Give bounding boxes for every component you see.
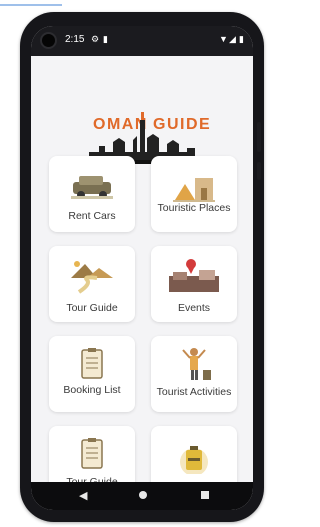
menu-label-events: Events xyxy=(177,302,211,314)
menu-label-booking-list: Booking List xyxy=(63,384,121,396)
settings-icon: ⚙ xyxy=(91,34,100,44)
menu-card-rent-cars[interactable]: Rent Cars xyxy=(49,156,135,232)
browser-accent-line xyxy=(0,4,62,6)
menu-card-tourist-activities[interactable]: Tourist Activities xyxy=(151,336,237,412)
system-nav-bar: ◀ xyxy=(31,482,253,510)
status-bar: 2:15 ⚙ ▮ ▼ ◢ ▮ xyxy=(31,26,253,56)
car-icon xyxy=(71,176,113,199)
battery-icon: ▮ xyxy=(239,34,244,44)
menu-card-booking-list[interactable]: Booking List xyxy=(49,336,135,412)
menu-card-tour-guide[interactable]: Tour Guide xyxy=(49,246,135,322)
menu-card-events[interactable]: Events xyxy=(151,246,237,322)
power-button xyxy=(257,162,261,180)
luggage-icon xyxy=(180,446,208,474)
menu-card-touristic-places[interactable]: Touristic Places xyxy=(151,156,237,232)
menu-label-touristic-places: Touristic Places xyxy=(157,202,231,214)
phone-screen: 2:15 ⚙ ▮ ▼ ◢ ▮ OMAN GUIDE Rent Cars Tour… xyxy=(31,26,253,510)
signal-icon: ◢ xyxy=(229,34,236,44)
menu-label-rent-cars: Rent Cars xyxy=(68,210,116,222)
fort-icon xyxy=(173,178,215,202)
sim-card-icon: ▮ xyxy=(103,34,108,44)
traveler-icon xyxy=(182,348,211,380)
volume-button xyxy=(257,122,261,152)
desert-path-icon xyxy=(71,261,113,294)
back-icon[interactable]: ◀ xyxy=(79,489,87,502)
events-map-icon xyxy=(169,259,219,292)
recents-icon[interactable] xyxy=(201,491,209,499)
home-icon[interactable] xyxy=(139,491,147,499)
status-time: 2:15 xyxy=(65,34,85,45)
menu-label-tourist-activities: Tourist Activities xyxy=(156,386,232,398)
wifi-icon: ▼ xyxy=(219,34,228,44)
menu-label-tour-guide: Tour Guide xyxy=(66,302,118,314)
clipboard-icon xyxy=(81,438,103,469)
front-camera xyxy=(40,32,57,49)
clipboard-icon xyxy=(81,348,103,379)
